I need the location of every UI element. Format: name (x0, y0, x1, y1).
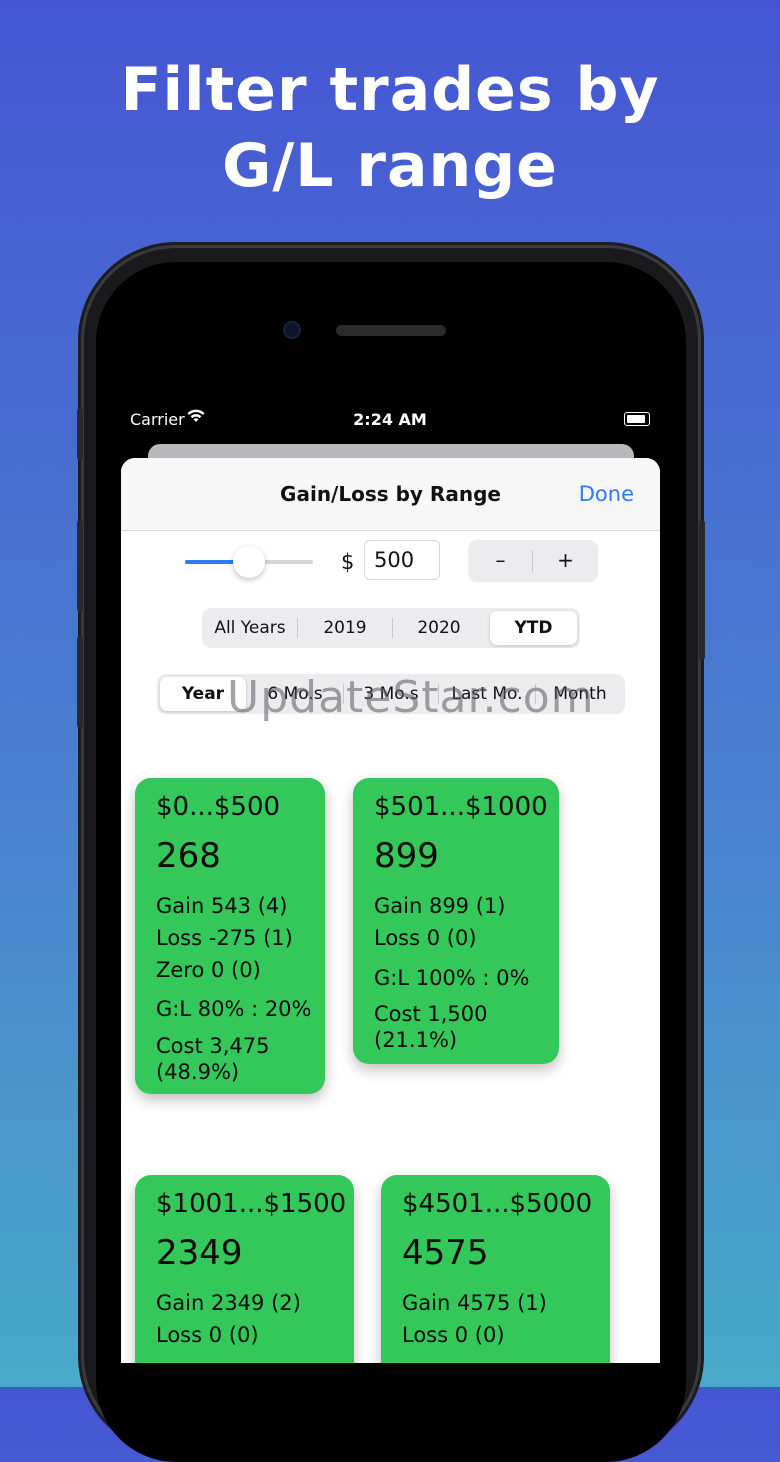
navigation-bar: Gain/Loss by Range Done (121, 458, 660, 531)
card-gain: Gain 4575 (1) (402, 1291, 547, 1315)
card-loss: Loss 0 (0) (402, 1323, 505, 1347)
card-gain: Gain 543 (4) (156, 894, 288, 918)
watermark: UpdateStar.com (227, 672, 595, 723)
volume-down-button (77, 636, 83, 728)
volume-up-button (77, 520, 83, 612)
card-range-label: $501...$1000 (374, 792, 548, 822)
promo-headline: Filter trades by G/L range (0, 52, 780, 204)
currency-symbol: $ (341, 550, 355, 574)
decrement-button[interactable]: – (468, 548, 533, 572)
card-range-label: $4501...$5000 (402, 1189, 593, 1219)
amount-field[interactable]: 500 (364, 540, 440, 580)
segment-all-years[interactable]: All Years (202, 608, 298, 648)
front-camera-icon (283, 321, 301, 339)
segment-ytd[interactable]: YTD (490, 611, 577, 645)
card-total: 2349 (156, 1233, 243, 1273)
status-time: 2:24 AM (353, 410, 427, 429)
card-cost: Cost 1,500 (374, 1002, 488, 1026)
segment-2020[interactable]: 2020 (392, 608, 486, 648)
card-cost-percent: (21.1%) (374, 1028, 458, 1052)
range-card[interactable]: $0...$500 268 Gain 543 (4) Loss -275 (1)… (135, 778, 325, 1094)
battery-icon (624, 412, 650, 426)
card-loss: Loss 0 (0) (374, 926, 477, 950)
gain-loss-sheet: Gain/Loss by Range Done $ 500 – + All Ye… (121, 458, 660, 1363)
segment-2019[interactable]: 2019 (298, 608, 392, 648)
headline-line-1: Filter trades by (120, 55, 660, 125)
card-range-label: $1001...$1500 (156, 1189, 347, 1219)
increment-button[interactable]: + (533, 548, 598, 572)
status-bar: Carrier 2:24 AM (120, 404, 660, 434)
range-card[interactable]: $1001...$1500 2349 Gain 2349 (2) Loss 0 … (135, 1175, 354, 1363)
card-ratio: G:L 80% : 20% (156, 997, 312, 1021)
amount-stepper[interactable]: – + (468, 540, 598, 582)
headline-line-2: G/L range (222, 131, 558, 201)
card-ratio: G:L 100% : 0% (374, 966, 530, 990)
card-loss: Loss 0 (0) (156, 1323, 259, 1347)
card-loss: Loss -275 (1) (156, 926, 293, 950)
card-range-label: $0...$500 (156, 792, 281, 822)
card-gain: Gain 899 (1) (374, 894, 506, 918)
range-slider[interactable] (185, 546, 313, 578)
mute-switch (77, 408, 83, 460)
done-button[interactable]: Done (579, 482, 634, 506)
range-card[interactable]: $501...$1000 899 Gain 899 (1) Loss 0 (0)… (353, 778, 559, 1064)
card-total: 268 (156, 836, 221, 876)
earpiece-speaker (336, 325, 446, 336)
range-card[interactable]: $4501...$5000 4575 Gain 4575 (1) Loss 0 … (381, 1175, 610, 1363)
power-button (699, 520, 705, 660)
year-segmented-control[interactable]: All Years 2019 2020 YTD (202, 608, 580, 648)
card-zero: Zero 0 (0) (156, 958, 261, 982)
card-cost-percent: (48.9%) (156, 1060, 240, 1084)
card-total: 4575 (402, 1233, 489, 1273)
slider-thumb[interactable] (233, 546, 265, 578)
card-gain: Gain 2349 (2) (156, 1291, 301, 1315)
card-total: 899 (374, 836, 439, 876)
card-cost: Cost 3,475 (156, 1034, 270, 1058)
